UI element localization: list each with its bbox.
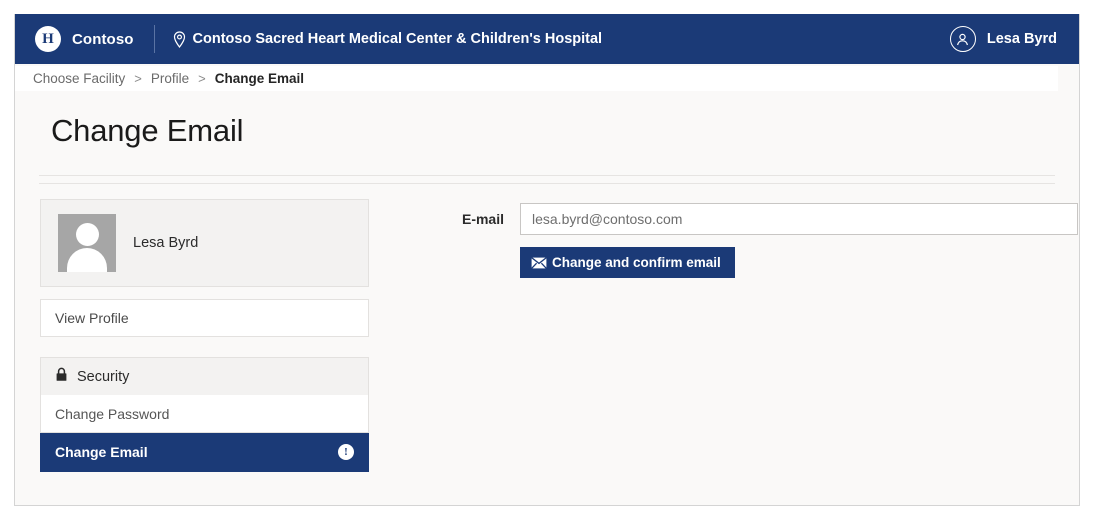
sidebar-item-change-email[interactable]: Change Email ! xyxy=(40,433,369,472)
breadcrumb-item-choose-facility[interactable]: Choose Facility xyxy=(33,71,125,86)
avatar-placeholder-icon xyxy=(58,214,116,272)
title-divider xyxy=(39,175,1055,176)
breadcrumb-item-change-email: Change Email xyxy=(214,71,305,86)
sidebar: Lesa Byrd View Profile Security Change P… xyxy=(27,199,369,472)
email-label: E-mail xyxy=(461,211,504,227)
brand-logo[interactable]: H Contoso xyxy=(35,26,134,52)
facility-selector[interactable]: Contoso Sacred Heart Medical Center & Ch… xyxy=(173,30,603,48)
sidebar-item-label: Change Password xyxy=(55,405,170,422)
page-header: Change Email xyxy=(15,91,1079,149)
profile-name: Lesa Byrd xyxy=(133,235,199,251)
change-and-confirm-email-button[interactable]: Change and confirm email xyxy=(520,247,735,278)
breadcrumb-separator: > xyxy=(134,71,142,86)
sidebar-nav: View Profile Security Change Password Ch… xyxy=(40,299,369,472)
main-content: E-mail Change and confirm email xyxy=(369,199,1078,472)
sidebar-group-header-security[interactable]: Security xyxy=(40,357,369,395)
lock-icon xyxy=(55,367,68,386)
profile-card: Lesa Byrd xyxy=(40,199,369,287)
app-window: H Contoso Contoso Sacred Heart Medical C… xyxy=(14,14,1080,506)
user-menu[interactable]: Lesa Byrd xyxy=(949,14,1057,64)
form-actions: Change and confirm email xyxy=(520,247,1078,278)
header-divider xyxy=(153,25,155,53)
user-name-label: Lesa Byrd xyxy=(986,31,1057,47)
breadcrumb-separator: > xyxy=(198,71,206,86)
breadcrumb-item-profile[interactable]: Profile xyxy=(151,71,189,86)
sidebar-item-view-profile[interactable]: View Profile xyxy=(40,299,369,337)
button-label: Change and confirm email xyxy=(552,255,721,270)
envelope-icon xyxy=(531,256,547,269)
person-icon xyxy=(949,26,976,52)
sidebar-group-security: Security Change Password Change Email ! xyxy=(40,357,369,472)
sidebar-item-change-password[interactable]: Change Password xyxy=(40,395,369,433)
contoso-logo-icon: H xyxy=(35,26,61,52)
page-body: Lesa Byrd View Profile Security Change P… xyxy=(15,184,1079,472)
map-pin-icon xyxy=(173,30,186,48)
email-input[interactable] xyxy=(520,203,1078,235)
info-icon[interactable]: ! xyxy=(338,444,354,460)
email-form-row: E-mail xyxy=(436,203,1078,235)
page-title: Change Email xyxy=(51,113,244,148)
top-navigation-bar: H Contoso Contoso Sacred Heart Medical C… xyxy=(15,14,1079,64)
sidebar-item-label: Change Email xyxy=(55,444,148,460)
sidebar-group-label: Security xyxy=(77,368,130,385)
facility-name: Contoso Sacred Heart Medical Center & Ch… xyxy=(192,31,603,47)
sidebar-item-label: View Profile xyxy=(55,310,129,326)
breadcrumb: Choose Facility > Profile > Change Email xyxy=(15,66,1058,91)
brand-name: Contoso xyxy=(72,30,134,48)
